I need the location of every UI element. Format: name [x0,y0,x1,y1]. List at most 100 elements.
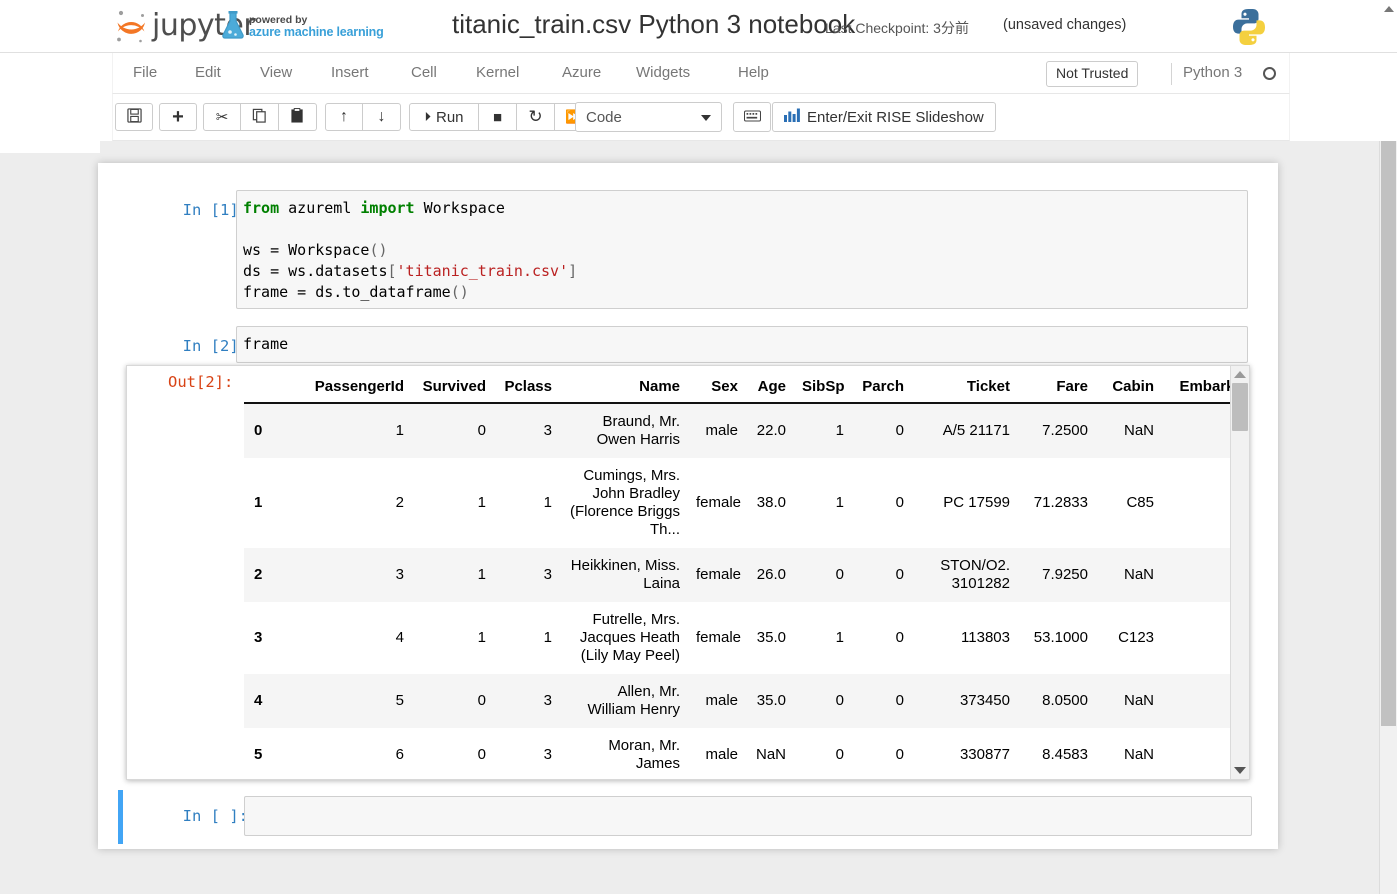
cell-sex: male [705,422,738,439]
table-row: 5 6 0 3 Moran, Mr. James male NaN 0 0 33… [244,728,1249,779]
scroll-up-arrow-icon[interactable] [1384,6,1394,12]
cell-index: 2 [254,566,263,583]
azure-ml-badge: powered by azure machine learning [220,10,384,45]
cell-sex: female [696,494,742,511]
cell-index: 4 [254,692,263,709]
cell-sex: female [696,566,742,583]
cell-sibsp: 1 [835,629,844,646]
menu-azure[interactable]: Azure [562,53,601,93]
cell-pclass: 1 [543,494,552,511]
cell-age: 35.0 [756,692,786,709]
run-cell-button[interactable]: ⏵ Run [409,103,479,131]
cell-sibsp: 0 [835,566,844,583]
menu-kernel[interactable]: Kernel [476,53,519,93]
cell-parch: 0 [895,422,904,439]
arrow-up-icon: ↑ [340,108,348,125]
scissors-icon: ✂ [215,109,229,126]
cell-ticket: A/5 21171 [942,422,1010,439]
copy-icon [252,108,267,126]
code-cell-2-source: frame [243,335,289,353]
browser-scrollbar-thumb[interactable] [1381,6,1396,726]
toolbar-divider [1171,63,1172,85]
floppy-disk-icon [126,108,142,126]
cell-survived: 1 [477,494,486,511]
cell-survived: 1 [477,566,486,583]
cut-cell-button[interactable]: ✂ [203,103,241,131]
kernel-idle-circle-icon[interactable] [1263,67,1276,80]
cell-pclass: 1 [543,629,552,646]
menu-view[interactable]: View [260,53,292,93]
copy-cell-button[interactable] [241,103,279,131]
cell-fare: 8.0500 [1042,692,1088,709]
cell-sex: female [696,629,742,646]
code-cell-3-input[interactable] [244,796,1252,836]
bar-chart-icon [784,108,800,126]
clipboard-icon [290,108,305,126]
rise-slideshow-button[interactable]: Enter/Exit RISE Slideshow [772,102,996,132]
cell-survived: 1 [477,629,486,646]
cell-name: Heikkinen, Miss. Laina [570,557,680,592]
cell-passengerid: 4 [395,629,404,646]
cell-ticket: STON/O2. 3101282 [940,557,1010,592]
move-cell-up-button[interactable]: ↑ [325,103,363,131]
cell-survived: 0 [477,422,486,439]
cell-sibsp: 1 [835,494,844,511]
selected-cell-indicator [118,790,123,844]
code-cell-1-source: from azureml import Workspace ws = Works… [243,199,578,301]
move-cell-down-button[interactable]: ↓ [363,103,401,131]
insert-cell-below-button[interactable]: + [159,103,197,131]
stop-kernel-button[interactable]: ■ [479,103,517,131]
cell-passengerid: 5 [395,692,404,709]
output-scrollbar-thumb[interactable] [1232,383,1248,431]
cell-cabin: NaN [1123,566,1154,583]
menu-widgets[interactable]: Widgets [636,53,690,93]
menu-cell[interactable]: Cell [411,53,437,93]
menu-insert[interactable]: Insert [331,53,369,93]
code-cell-3-selected[interactable]: In [ ]: [108,790,1268,844]
code-cell-2[interactable]: frame [236,326,1248,363]
output-vertical-scrollbar[interactable] [1230,366,1249,779]
page-header: jupyter powered by azure machine learnin… [0,0,1397,53]
cell-type-value: Code [586,108,622,126]
trust-status-button[interactable]: Not Trusted [1046,61,1139,87]
save-button[interactable] [115,103,153,131]
code-cell-1[interactable]: from azureml import Workspace ws = Works… [236,190,1248,309]
browser-vertical-scrollbar[interactable] [1379,6,1397,894]
scroll-up-arrow-icon[interactable] [1234,371,1246,378]
cell-fare: 71.2833 [1033,494,1088,511]
cell-parch: 0 [895,629,904,646]
cell-fare: 7.9250 [1042,566,1088,583]
col-header-cabin: Cabin [1096,374,1162,404]
cell-sibsp: 1 [835,422,844,439]
keyboard-shortcuts-button[interactable] [733,102,771,132]
cell-cabin: NaN [1123,422,1154,439]
notebook-toolbar: + ✂ ↑ ↓ ⏵ Run ■ ↻ ⏩ Code Enter/Exit RISE… [112,94,1290,141]
cell-pclass: 3 [543,746,552,763]
cell-fare: 53.1000 [1033,629,1088,646]
menu-file[interactable]: File [133,53,157,93]
dataframe-table: PassengerId Survived Pclass Name Sex Age… [244,374,1249,779]
kernel-name-label: Python 3 [1183,64,1243,81]
restart-kernel-button[interactable]: ↻ [517,103,555,131]
cell-prompt-in-empty: In [ ]: [182,807,248,825]
cell-ticket: 373450 [959,692,1010,709]
menu-help[interactable]: Help [738,53,769,93]
col-header-index [244,374,300,404]
page-top-strip [0,141,100,153]
cell-parch: 0 [895,494,904,511]
unsaved-changes-label: (unsaved changes) [1003,17,1127,33]
chevron-down-icon [701,115,711,121]
cell-age: 35.0 [756,629,786,646]
cell-sex: male [705,746,738,763]
notebook-title[interactable]: titanic_train.csv Python 3 notebook [452,9,855,40]
menu-edit[interactable]: Edit [195,53,221,93]
python-logo-icon [1228,6,1270,53]
paste-cell-button[interactable] [279,103,317,131]
col-header-age: Age [746,374,794,404]
cell-type-dropdown[interactable]: Code [575,102,722,132]
dataframe-table-viewport[interactable]: PassengerId Survived Pclass Name Sex Age… [244,366,1249,779]
cell-passengerid: 3 [395,566,404,583]
scroll-down-arrow-icon[interactable] [1234,767,1246,774]
col-header-survived: Survived [412,374,494,404]
cell-passengerid: 1 [395,422,404,439]
